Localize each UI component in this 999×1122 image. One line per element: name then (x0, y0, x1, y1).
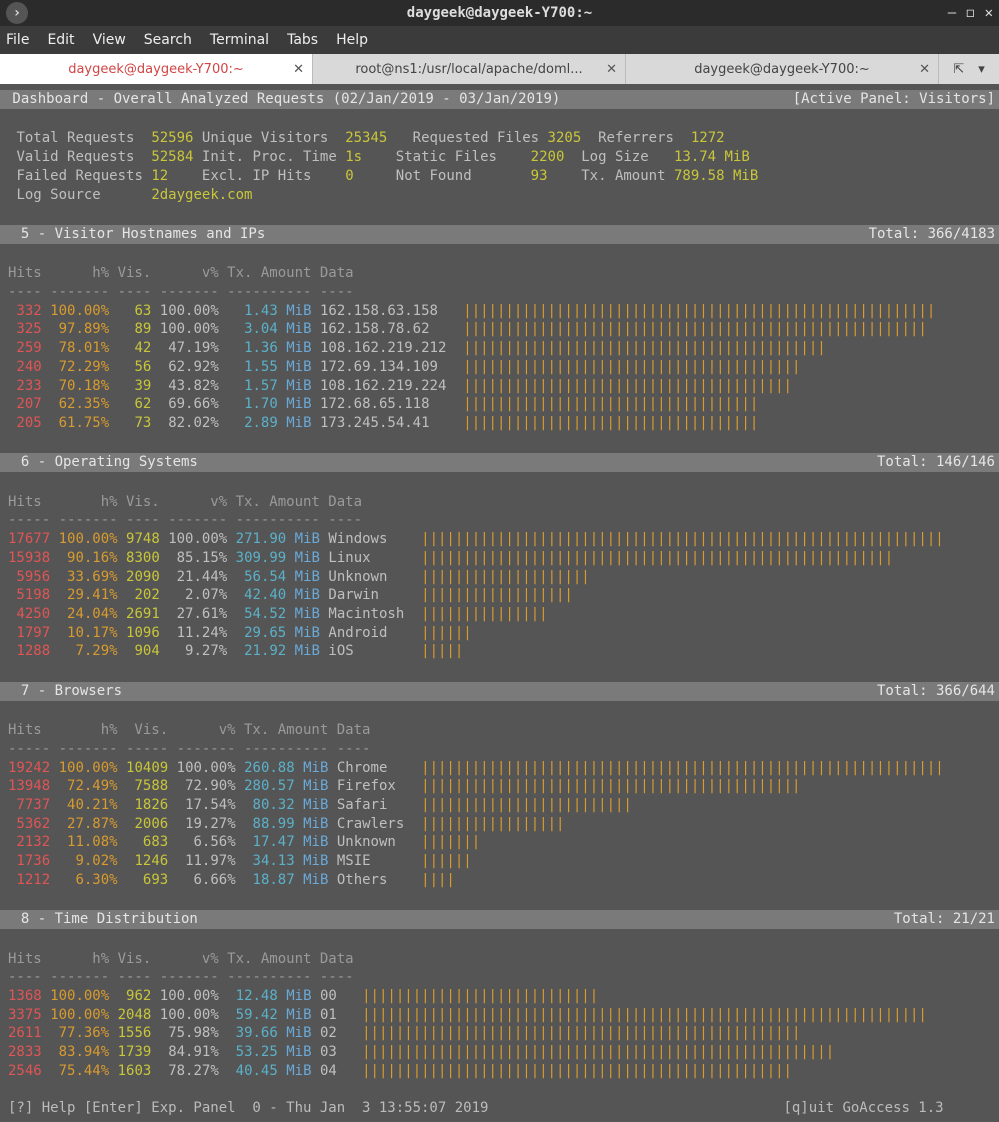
window-controls: — ◻ ✕ (948, 5, 993, 21)
panel-7-header: 7 - BrowsersTotal: 366/644 (0, 682, 999, 701)
close-icon[interactable]: ✕ (985, 5, 993, 21)
tab-label: daygeek@daygeek-Y700:~ (68, 62, 244, 77)
minimize-icon[interactable]: — (948, 5, 956, 21)
tab-1[interactable]: root@ns1:/usr/local/apache/doml... ✕ (313, 54, 626, 84)
new-tab-icon[interactable]: ⇱ (953, 62, 964, 77)
menu-view[interactable]: View (93, 32, 126, 48)
menubar: File Edit View Search Terminal Tabs Help (0, 26, 999, 54)
dashboard-header: Dashboard - Overall Analyzed Requests (0… (0, 90, 999, 109)
tab-menu-icon[interactable]: ▾ (978, 62, 985, 77)
tab-close-icon[interactable]: ✕ (293, 62, 304, 77)
maximize-icon[interactable]: ◻ (966, 5, 974, 21)
menu-search[interactable]: Search (144, 32, 192, 48)
tab-label: daygeek@daygeek-Y700:~ (694, 62, 870, 77)
tab-0[interactable]: daygeek@daygeek-Y700:~ ✕ (0, 54, 313, 84)
panel-8-header: 8 - Time DistributionTotal: 21/21 (0, 910, 999, 929)
terminal-content[interactable]: Dashboard - Overall Analyzed Requests (0… (0, 84, 999, 1122)
tab-2[interactable]: daygeek@daygeek-Y700:~ ✕ (626, 54, 939, 84)
window-title: daygeek@daygeek-Y700:~ (0, 5, 999, 21)
tab-label: root@ns1:/usr/local/apache/doml... (355, 62, 582, 77)
menu-file[interactable]: File (6, 32, 29, 48)
panel-5-header: 5 - Visitor Hostnames and IPsTotal: 366/… (0, 225, 999, 244)
menu-edit[interactable]: Edit (47, 32, 74, 48)
tab-close-icon[interactable]: ✕ (919, 62, 930, 77)
panel-6-header: 6 - Operating SystemsTotal: 146/146 (0, 453, 999, 472)
status-bar: [?] Help [Enter] Exp. Panel 0 - Thu Jan … (8, 1100, 944, 1116)
tab-controls: ⇱ ▾ (939, 54, 999, 84)
menu-tabs[interactable]: Tabs (287, 32, 318, 48)
window-titlebar: › daygeek@daygeek-Y700:~ — ◻ ✕ (0, 0, 999, 26)
tabbar: daygeek@daygeek-Y700:~ ✕ root@ns1:/usr/l… (0, 54, 999, 84)
menu-terminal[interactable]: Terminal (210, 32, 269, 48)
tab-close-icon[interactable]: ✕ (606, 62, 617, 77)
menu-help[interactable]: Help (336, 32, 368, 48)
